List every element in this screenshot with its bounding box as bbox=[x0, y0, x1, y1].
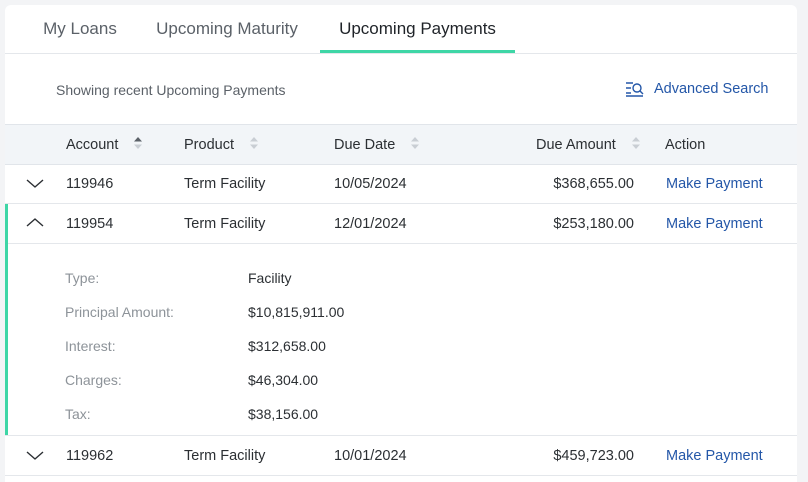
account-cell: 119946 bbox=[66, 176, 114, 192]
table-row: 119962 Term Facility 10/01/2024 $459,723… bbox=[5, 436, 797, 476]
make-payment-link[interactable]: Make Payment bbox=[666, 436, 763, 475]
column-header-product[interactable]: Product bbox=[184, 125, 259, 164]
expanded-row-indicator bbox=[5, 204, 8, 435]
chevron-down-icon[interactable] bbox=[26, 449, 44, 461]
advanced-search-link[interactable]: Advanced Search bbox=[625, 79, 768, 99]
column-header-due-date[interactable]: Due Date bbox=[334, 125, 420, 164]
detail-value: $10,815,911.00 bbox=[248, 304, 345, 320]
tab-upcoming-payments[interactable]: Upcoming Payments bbox=[320, 5, 515, 53]
detail-value: $312,658.00 bbox=[248, 338, 326, 354]
make-payment-link[interactable]: Make Payment bbox=[666, 164, 763, 203]
row-details-panel: Type: Facility Principal Amount: $10,815… bbox=[5, 244, 797, 436]
due-amount-cell: $368,655.00 bbox=[553, 176, 634, 192]
tab-upcoming-maturity[interactable]: Upcoming Maturity bbox=[145, 5, 309, 53]
advanced-search-icon bbox=[626, 82, 644, 97]
sort-icon bbox=[250, 137, 259, 150]
loans-card: My Loans Upcoming Maturity Upcoming Paym… bbox=[5, 5, 797, 482]
column-header-account[interactable]: Account bbox=[66, 125, 143, 164]
list-subheader: Showing recent Upcoming Payments Advance… bbox=[5, 54, 797, 124]
product-cell: Term Facility bbox=[184, 216, 266, 232]
due-amount-cell: $253,180.00 bbox=[553, 216, 634, 232]
account-cell: 119954 bbox=[66, 216, 114, 232]
detail-label: Interest: bbox=[65, 338, 116, 354]
make-payment-link[interactable]: Make Payment bbox=[666, 204, 763, 243]
column-header-due-amount[interactable]: Due Amount bbox=[536, 125, 640, 164]
tab-bar: My Loans Upcoming Maturity Upcoming Paym… bbox=[5, 5, 797, 54]
chevron-up-icon[interactable] bbox=[26, 217, 44, 229]
advanced-search-label: Advanced Search bbox=[654, 81, 769, 97]
detail-value: $46,304.00 bbox=[248, 372, 319, 388]
product-cell: Term Facility bbox=[184, 448, 266, 464]
sort-icon bbox=[631, 137, 640, 150]
column-header-action: Action bbox=[665, 137, 706, 153]
tab-my-loans[interactable]: My Loans bbox=[35, 5, 125, 53]
sort-icon bbox=[134, 137, 143, 150]
account-cell: 119962 bbox=[66, 448, 114, 464]
detail-label: Charges: bbox=[65, 372, 122, 388]
detail-label: Principal Amount: bbox=[65, 304, 174, 320]
product-cell: Term Facility bbox=[184, 176, 266, 192]
sort-icon bbox=[411, 137, 420, 150]
detail-label: Tax: bbox=[65, 406, 91, 422]
table-row: 119946 Term Facility 10/05/2024 $368,655… bbox=[5, 164, 797, 204]
due-date-cell: 12/01/2024 bbox=[334, 216, 407, 232]
due-amount-cell: $459,723.00 bbox=[553, 448, 634, 464]
table-row: 119954 Term Facility 12/01/2024 $253,180… bbox=[5, 204, 797, 244]
showing-text: Showing recent Upcoming Payments bbox=[56, 82, 286, 98]
chevron-down-icon[interactable] bbox=[26, 177, 44, 189]
detail-label: Type: bbox=[65, 270, 100, 286]
table-header: Account Product Due Date Due Amount Acti… bbox=[5, 124, 797, 165]
detail-value: Facility bbox=[248, 270, 292, 286]
due-date-cell: 10/05/2024 bbox=[334, 176, 407, 192]
detail-value: $38,156.00 bbox=[248, 406, 319, 422]
due-date-cell: 10/01/2024 bbox=[334, 448, 407, 464]
